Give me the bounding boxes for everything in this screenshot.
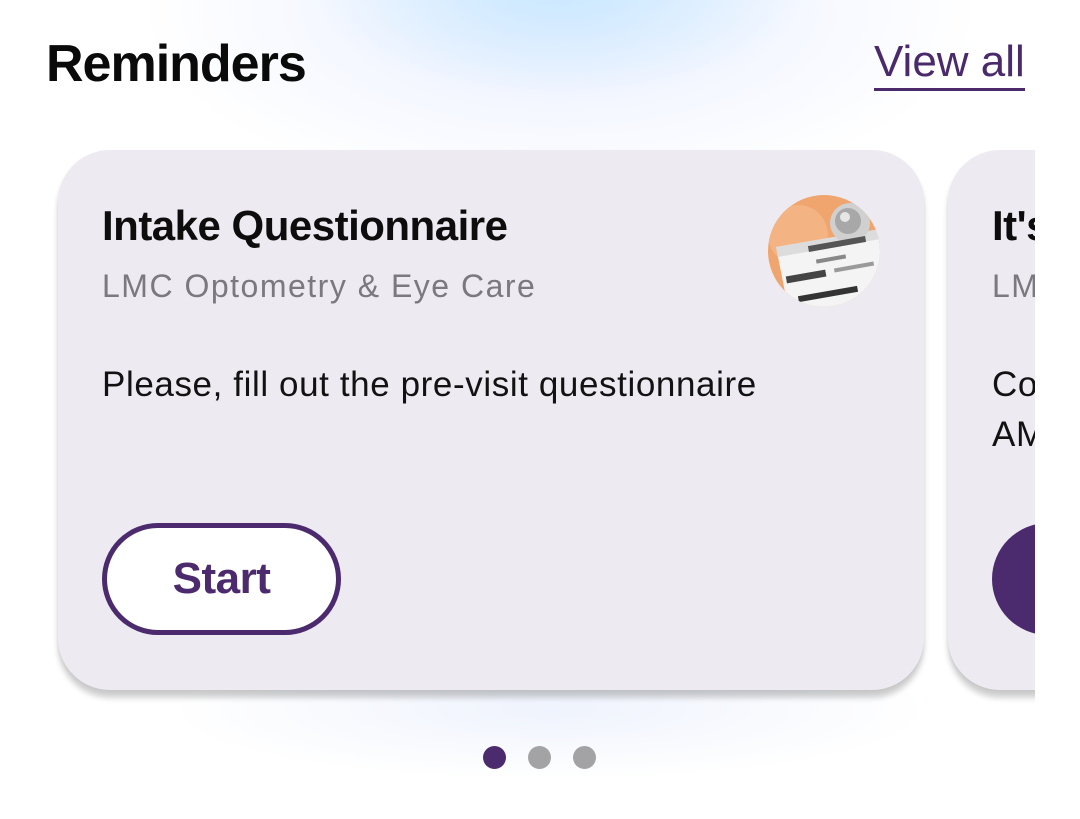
pagination-dot-1[interactable] [483,746,506,769]
section-title: Reminders [46,35,307,93]
reminders-carousel[interactable]: Intake Questionnaire LMC Optometry & Eye… [0,140,1035,710]
reminder-message: Co AM [992,365,1035,454]
start-button[interactable]: Start [102,523,341,635]
reminder-card[interactable]: Intake Questionnaire LMC Optometry & Eye… [58,150,924,690]
reminder-title: Intake Questionnaire [102,202,508,249]
reminder-card-next[interactable]: It's LM CoAM [948,150,1035,690]
reminder-action-button[interactable] [992,523,1035,635]
carousel-pagination [483,746,596,770]
reminder-provider: LM [992,268,1035,304]
reminder-title: It's [992,202,1035,249]
reminder-provider: LMC Optometry & Eye Care [102,268,537,304]
clinic-avatar-icon [768,195,880,307]
reminder-message: Please, fill out the pre-visit questionn… [102,365,757,404]
view-all-link[interactable]: View all [874,38,1025,91]
pagination-dot-2[interactable] [528,746,551,769]
pagination-dot-3[interactable] [573,746,596,769]
reminders-screen: Reminders View all Intake Questionnaire … [0,0,1080,819]
